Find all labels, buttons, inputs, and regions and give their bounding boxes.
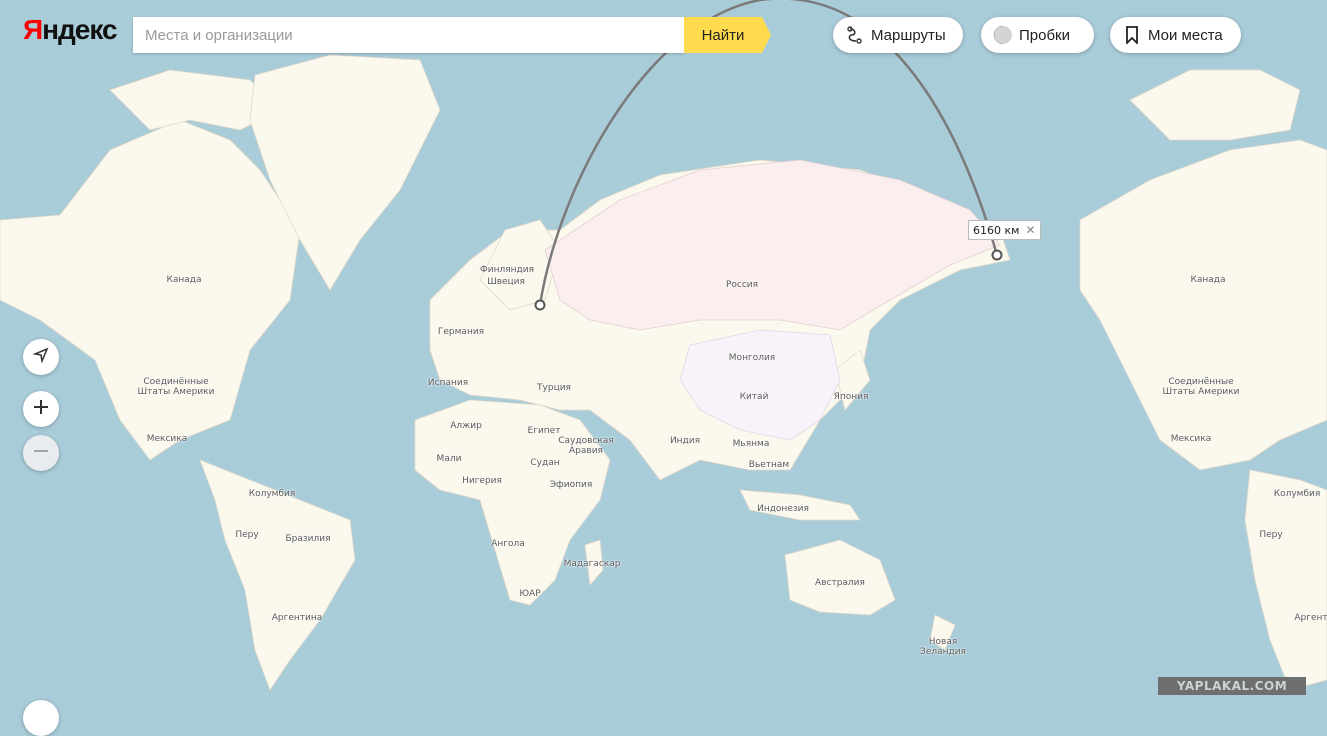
layers-button[interactable]: [23, 700, 59, 736]
my-places-button[interactable]: Мои места: [1110, 17, 1241, 53]
routes-button[interactable]: Маршруты: [833, 17, 963, 53]
label-vietnam: Вьетнам: [748, 460, 790, 470]
label-usa-right: Соединённые Штаты Америки: [1162, 377, 1240, 397]
label-india: Индия: [669, 436, 701, 446]
label-egypt: Египет: [527, 426, 561, 436]
label-mexico-left: Мексика: [146, 434, 188, 444]
label-new-zealand: Новая Зеландия: [920, 637, 966, 657]
label-saudi-arabia: Саудовская Аравия: [558, 436, 614, 456]
world-map[interactable]: [0, 0, 1327, 715]
label-china: Китай: [739, 392, 769, 402]
label-spain: Испания: [427, 378, 469, 388]
measure-point-start: [534, 299, 546, 311]
distance-value: 6160 км: [973, 223, 1020, 237]
bookmark-icon: [1122, 25, 1142, 45]
search-input[interactable]: [133, 17, 687, 53]
label-mali: Мали: [436, 454, 462, 464]
label-mongolia: Монголия: [728, 353, 776, 363]
label-usa-left: Соединённые Штаты Америки: [137, 377, 215, 397]
label-sweden: Швеция: [487, 277, 525, 287]
label-nigeria: Нигерия: [462, 476, 502, 486]
label-colombia-left: Колумбия: [248, 489, 296, 499]
label-finland: Финляндия: [479, 265, 535, 275]
label-japan: Япония: [833, 392, 869, 402]
measure-point-end: [991, 249, 1003, 261]
watermark: YAPLAKAL.COM: [1158, 677, 1306, 695]
my-places-label: Мои места: [1148, 26, 1223, 44]
plus-icon: [33, 399, 49, 420]
label-canada-left: Канада: [166, 275, 202, 285]
label-russia: Россия: [725, 280, 759, 290]
routes-label: Маршруты: [871, 26, 946, 44]
label-argentina-left: Аргентина: [271, 613, 323, 623]
location-arrow-icon: [32, 347, 49, 368]
label-angola: Ангола: [491, 539, 525, 549]
label-colombia-right: Колумбия: [1273, 489, 1321, 499]
traffic-label: Пробки: [1019, 26, 1070, 44]
label-mexico-right: Мексика: [1170, 434, 1212, 444]
search-box: [133, 17, 687, 53]
label-myanmar: Мьянма: [732, 439, 770, 449]
label-indonesia: Индонезия: [757, 504, 809, 514]
label-algeria: Алжир: [450, 421, 482, 431]
logo-rest: ндекс: [42, 14, 117, 45]
label-madagascar: Мадагаскар: [563, 559, 621, 569]
label-australia: Австралия: [815, 578, 865, 588]
label-peru-right: Перу: [1259, 530, 1283, 540]
label-germany: Германия: [437, 327, 485, 337]
search-button[interactable]: Найти: [684, 17, 762, 53]
search-button-arrow: [762, 17, 771, 53]
label-south-africa: ЮАР: [519, 589, 541, 599]
zoom-in-button[interactable]: [23, 391, 59, 427]
label-canada-right: Канада: [1190, 275, 1226, 285]
label-brazil: Бразилия: [285, 534, 331, 544]
label-sudan: Судан: [530, 458, 560, 468]
logo-first-letter: Я: [23, 14, 43, 45]
label-peru-left: Перу: [235, 530, 259, 540]
label-ethiopia: Эфиопия: [549, 480, 593, 490]
minus-icon: [33, 443, 49, 464]
route-icon: [845, 25, 865, 45]
zoom-out-button[interactable]: [23, 435, 59, 471]
traffic-button[interactable]: Пробки: [981, 17, 1094, 53]
label-turkey: Турция: [537, 383, 571, 393]
close-icon[interactable]: ✕: [1025, 223, 1035, 237]
geolocation-button[interactable]: [23, 339, 59, 375]
yandex-logo[interactable]: Яндекс: [23, 14, 118, 46]
traffic-icon: [993, 25, 1013, 45]
distance-label: 6160 км ✕: [968, 220, 1041, 240]
label-argentina-right: Аргент: [1294, 613, 1327, 623]
